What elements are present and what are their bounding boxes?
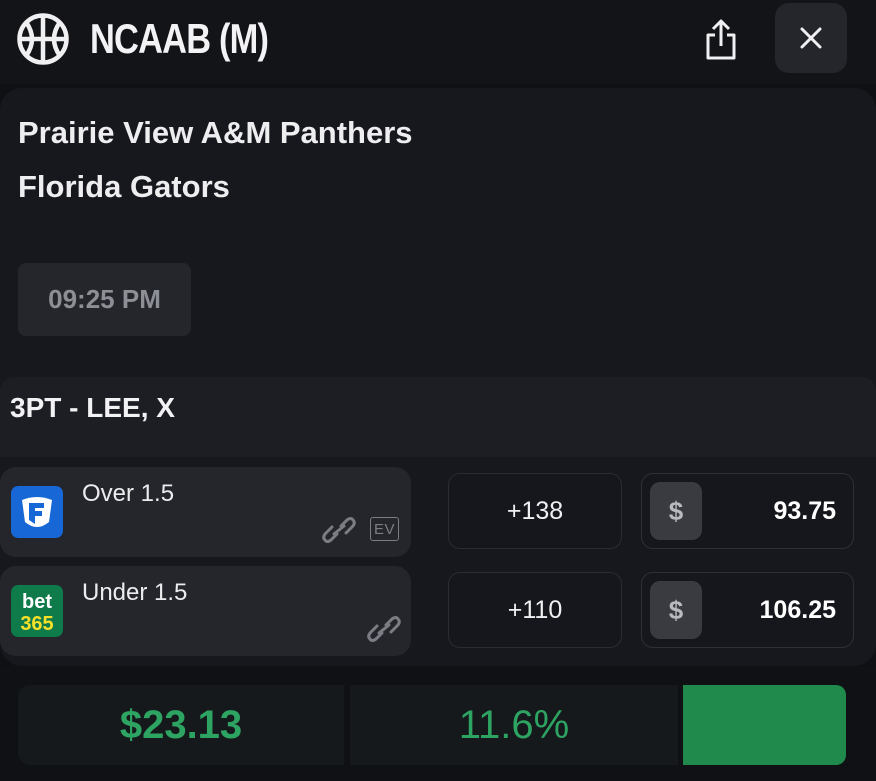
market-title: 3PT - LEE, X bbox=[10, 392, 175, 423]
basketball-icon bbox=[17, 13, 69, 65]
odds-cell[interactable]: +138 bbox=[448, 473, 622, 549]
share-icon[interactable] bbox=[700, 18, 742, 62]
stake-value: 106.25 bbox=[759, 596, 836, 624]
team-home: Prairie View A&M Panthers bbox=[18, 115, 413, 150]
link-icon[interactable] bbox=[322, 515, 356, 545]
stake-input[interactable]: $ 106.25 bbox=[641, 572, 854, 648]
bet365-logo-bottom: 365 bbox=[20, 613, 53, 635]
close-icon bbox=[800, 27, 822, 49]
game-time: 09:25 PM bbox=[18, 263, 191, 336]
roi-percent: 11.6% bbox=[350, 685, 678, 765]
ev-badge: EV bbox=[370, 517, 399, 541]
stake-value: 93.75 bbox=[773, 497, 836, 525]
close-button[interactable] bbox=[775, 3, 847, 73]
place-bet-button[interactable] bbox=[683, 685, 846, 765]
bet365-logo-top: bet bbox=[22, 591, 52, 613]
stake-input[interactable]: $ 93.75 bbox=[641, 473, 854, 549]
team-away: Florida Gators bbox=[18, 169, 230, 204]
fanduel-logo bbox=[11, 486, 63, 538]
bet-label: Over 1.5 bbox=[82, 480, 175, 507]
link-icon[interactable] bbox=[367, 614, 401, 644]
odds-cell[interactable]: +110 bbox=[448, 572, 622, 648]
dollar-icon: $ bbox=[650, 581, 702, 639]
bet365-logo: bet 365 bbox=[11, 585, 63, 637]
bet-label: Under 1.5 bbox=[82, 579, 188, 606]
dollar-icon: $ bbox=[650, 482, 702, 540]
league-title: NCAAB (M) bbox=[90, 15, 269, 62]
profit-value: $23.13 bbox=[18, 685, 344, 765]
